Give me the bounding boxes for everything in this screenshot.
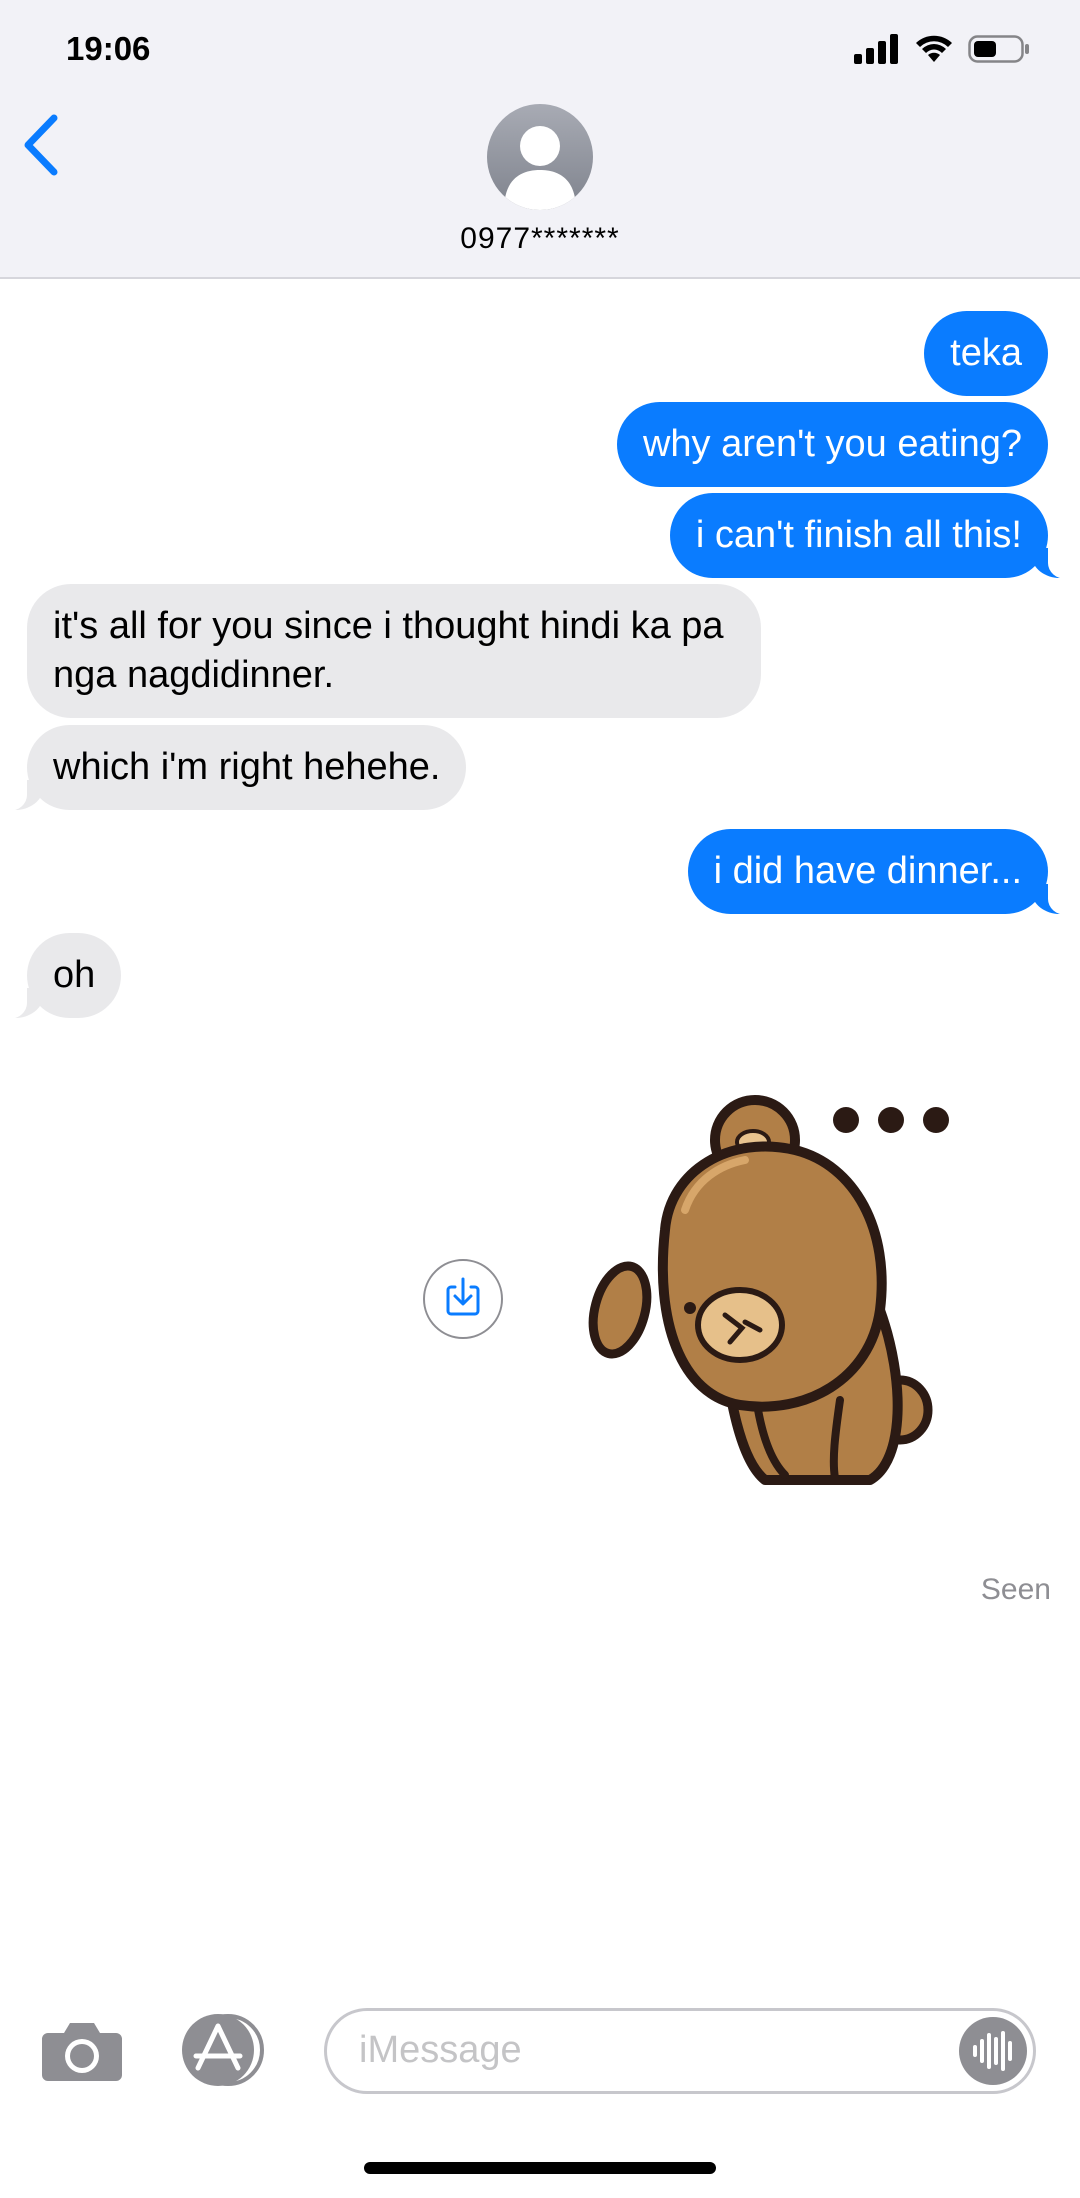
message-bubble-incoming[interactable]: it's all for you since i thought hindi k…	[27, 584, 761, 718]
cellular-signal-icon	[854, 34, 898, 64]
message-bubble-outgoing[interactable]: i can't finish all this!	[669, 493, 1079, 579]
wifi-icon	[916, 35, 952, 62]
person-silhouette-icon	[504, 126, 576, 210]
app-store-icon[interactable]	[176, 2012, 272, 2088]
status-time: 19:06	[66, 30, 151, 67]
download-tray-icon	[446, 1277, 480, 1316]
read-receipt: Seen	[980, 1573, 1051, 1606]
message-bubble-outgoing[interactable]: i did have dinner...	[687, 829, 1079, 915]
message-input-placeholder: iMessage	[359, 2029, 522, 2071]
contact-avatar[interactable]	[487, 104, 593, 210]
audio-message-button[interactable]	[959, 2017, 1027, 2085]
save-sticker-button[interactable]	[423, 1259, 503, 1339]
battery-icon	[968, 35, 1029, 63]
status-icons	[854, 34, 1030, 64]
message-bubble-incoming[interactable]: oh	[0, 933, 122, 1019]
chevron-left-icon[interactable]	[16, 110, 66, 180]
brown-bear-ellipsis-sticker[interactable]	[570, 1060, 990, 1520]
message-bubble-incoming[interactable]: which i'm right hehehe.	[0, 725, 467, 811]
conversation-header: 19:06 0977*******	[0, 0, 1080, 279]
message-bubble-outgoing[interactable]: why aren't you eating?	[616, 402, 1048, 487]
audio-waveform-icon	[973, 2031, 1012, 2071]
camera-icon[interactable]	[40, 2015, 124, 2085]
message-bubble-outgoing[interactable]: teka	[924, 311, 1048, 396]
message-input[interactable]: iMessage	[324, 2008, 1036, 2094]
home-indicator[interactable]	[364, 2162, 716, 2174]
contact-name[interactable]: 0977*******	[0, 222, 1080, 256]
